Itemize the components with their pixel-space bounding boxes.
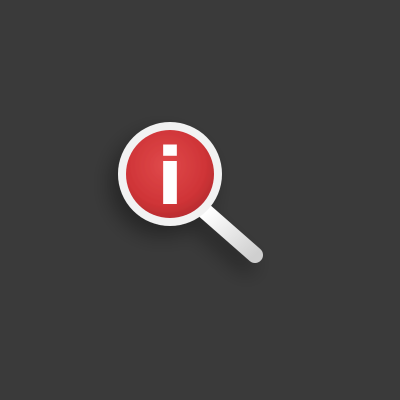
info-glyph: i <box>157 133 184 223</box>
magnifier-info-icon: i <box>90 100 290 290</box>
magnifier-info-svg: i <box>118 122 263 263</box>
app-canvas: i <box>0 0 400 400</box>
magnifier-handle <box>198 204 263 263</box>
